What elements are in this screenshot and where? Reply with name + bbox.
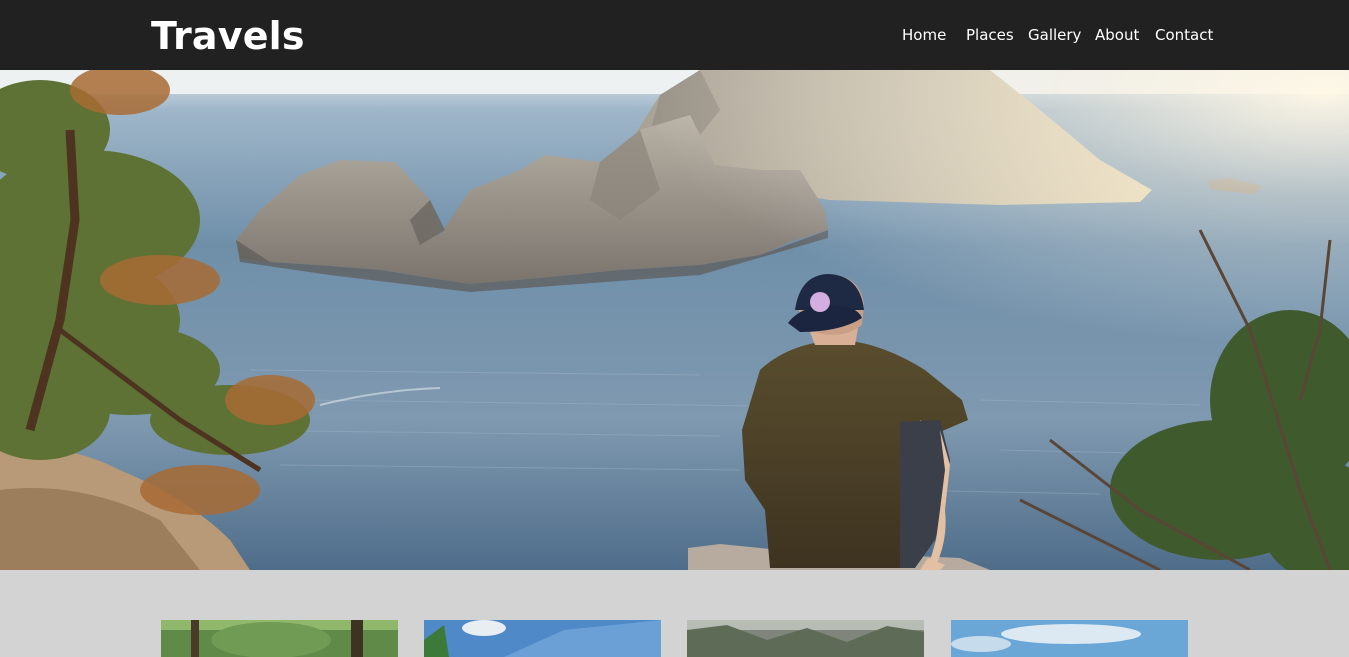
- nav-places[interactable]: Places: [966, 24, 1014, 46]
- navbar: Travels Home Places Gallery About Contac…: [0, 0, 1349, 70]
- nav-contact[interactable]: Contact: [1155, 24, 1213, 46]
- place-card-1[interactable]: [161, 620, 398, 657]
- nav-about[interactable]: About: [1095, 24, 1139, 46]
- place-image-cliffs: [687, 620, 924, 657]
- places-gallery: [0, 570, 1349, 657]
- place-image-sky-clouds: [951, 620, 1188, 657]
- place-image-sky: [424, 620, 661, 657]
- nav-home[interactable]: Home: [902, 24, 946, 46]
- site-logo[interactable]: Travels: [151, 13, 305, 59]
- place-card-2[interactable]: [424, 620, 661, 657]
- place-image-forest: [161, 620, 398, 657]
- hero-image: [0, 70, 1349, 570]
- place-card-3[interactable]: [687, 620, 924, 657]
- nav-gallery[interactable]: Gallery: [1028, 24, 1081, 46]
- place-card-4[interactable]: [951, 620, 1188, 657]
